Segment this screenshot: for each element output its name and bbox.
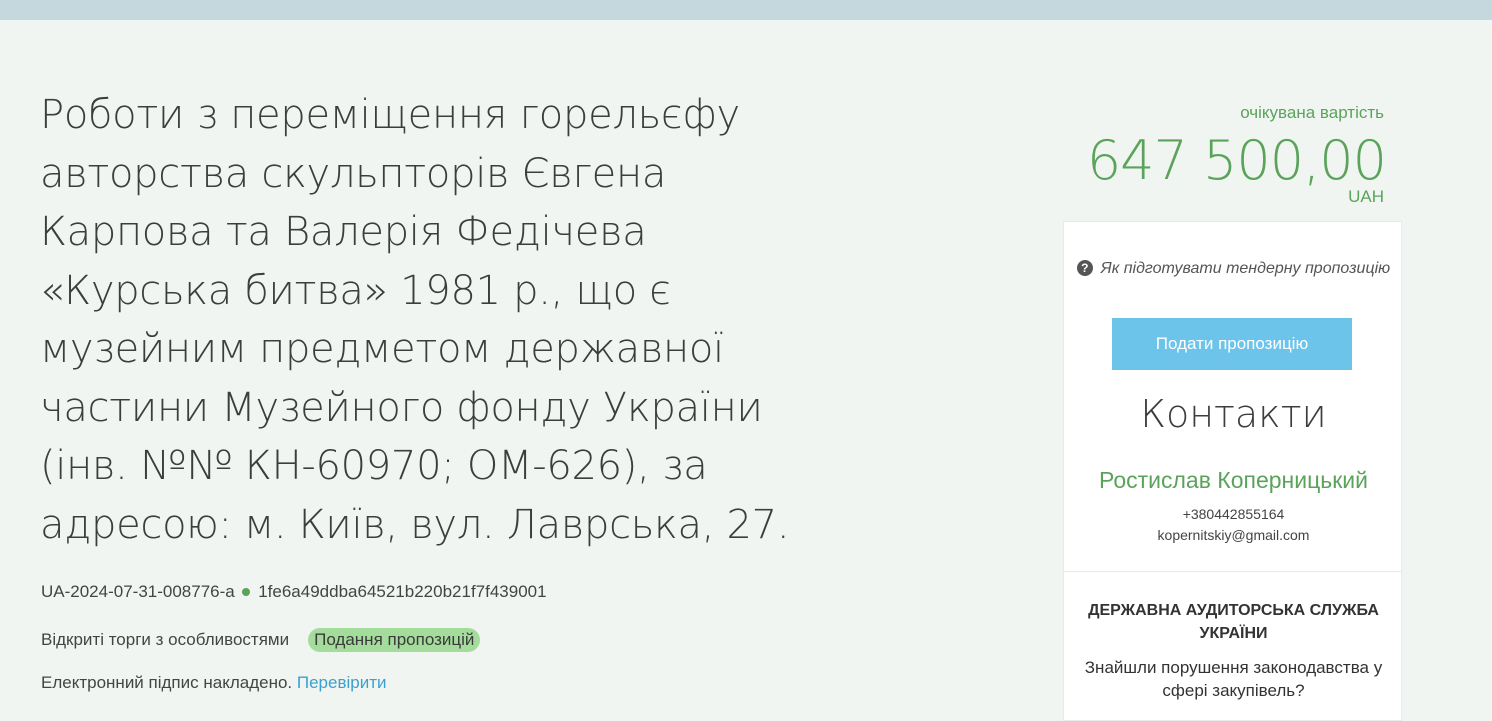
tender-id: UA-2024-07-31-008776-a — [41, 582, 235, 601]
tender-title: Роботи з переміщення горельєфу авторства… — [40, 92, 790, 548]
contacts-heading: Контакти — [1140, 392, 1327, 436]
question-circle-icon: ? — [1076, 260, 1093, 276]
status-dot-icon — [242, 588, 251, 597]
tender-hash: 1fe6a49ddba64521b220b21f7f439001 — [258, 582, 547, 601]
procedure-info: Відкриті торги з особливостями Подання п… — [41, 628, 481, 652]
howto-link-label: Як підготувати тендерну пропозицію — [1100, 260, 1391, 277]
divider — [1064, 571, 1403, 572]
sidebar-card: ? Як підготувати тендерну пропозицію Пода… — [1063, 221, 1403, 721]
audit-service-title: ДЕРЖАВНА АУДИТОРСЬКА СЛУЖБА УКРАЇНИ — [1088, 602, 1379, 642]
audit-service-text: Знайшли порушення законодавства у сфері … — [1084, 658, 1383, 700]
tender-identifier: UA-2024-07-31-008776-a 1fe6a49ddba64521b… — [41, 582, 547, 602]
procedure-type: Відкриті торги з особливостями — [41, 630, 290, 649]
contact-phone: +380442855164 — [1182, 506, 1285, 522]
signature-text: Електронний підпис накладено. — [41, 673, 293, 692]
howto-link[interactable]: ? Як підготувати тендерну пропозицію — [1064, 256, 1403, 282]
currency-label: UAH — [1348, 187, 1384, 206]
expected-value-amount: 647 500,00 — [1086, 129, 1387, 192]
verify-signature-link[interactable]: Перевірити — [297, 673, 387, 692]
top-bar — [0, 0, 1492, 20]
expected-value-label: очікувана вартість — [1240, 103, 1384, 122]
submit-proposal-button[interactable]: Подати пропозицію — [1112, 318, 1352, 370]
contact-name: Ростислав Коперницький — [1098, 467, 1368, 493]
contact-email: kopernitskiy@gmail.com — [1157, 527, 1310, 543]
signature-info: Електронний підпис накладено. Перевірити — [41, 673, 387, 693]
status-badge: Подання пропозицій — [308, 628, 481, 652]
